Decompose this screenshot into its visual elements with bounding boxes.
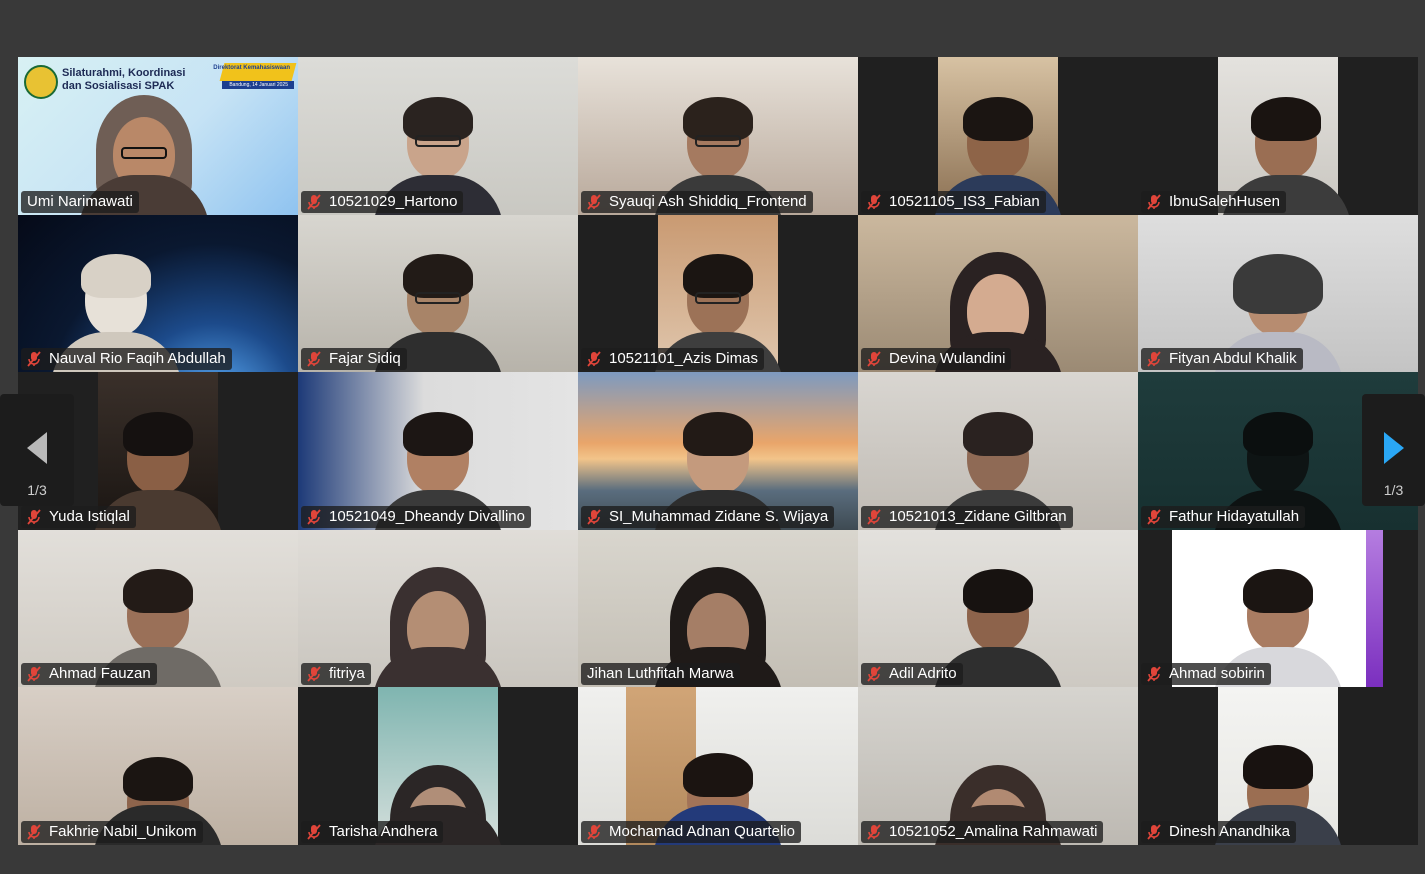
participant-tile[interactable]: Ahmad Fauzan	[18, 530, 298, 687]
participant-name-label: Fakhrie Nabil_Unikom	[21, 821, 203, 843]
participant-name-label: Jihan Luthfitah Marwa	[581, 663, 740, 685]
participant-tile-active-speaker[interactable]: Silaturahmi, Koordinasi dan Sosialisasi …	[18, 57, 298, 215]
participant-name-label: Fajar Sidiq	[301, 348, 407, 370]
participant-name-label: 10521013_Zidane Giltbran	[861, 506, 1073, 528]
previous-page-button[interactable]: 1/3	[0, 394, 74, 506]
page-indicator: 1/3	[27, 482, 47, 498]
video-gallery: Silaturahmi, Koordinasi dan Sosialisasi …	[18, 57, 1418, 845]
microphone-muted-icon	[1147, 824, 1161, 840]
participant-name-label: Dinesh Anandhika	[1141, 821, 1296, 843]
participant-name-label: Fityan Abdul Khalik	[1141, 348, 1303, 370]
participant-tile[interactable]: 10521105_IS3_Fabian	[858, 57, 1138, 215]
participant-name-label: 10521052_Amalina Rahmawati	[861, 821, 1104, 843]
participant-tile[interactable]: Tarisha Andhera	[298, 687, 578, 845]
participant-tile[interactable]: Devina Wulandini	[858, 215, 1138, 372]
university-logo-icon	[24, 65, 58, 99]
participant-name-label: Ahmad Fauzan	[21, 663, 157, 685]
microphone-muted-icon	[867, 509, 881, 525]
participant-name-label: 10521049_Dheandy Divallino	[301, 506, 531, 528]
chevron-right-icon	[1383, 432, 1404, 464]
microphone-muted-icon	[27, 509, 41, 525]
microphone-muted-icon	[867, 666, 881, 682]
microphone-muted-icon	[307, 824, 321, 840]
microphone-muted-icon	[1147, 666, 1161, 682]
participant-name-label: fitriya	[301, 663, 371, 685]
microphone-muted-icon	[587, 351, 601, 367]
participant-name-label: Nauval Rio Faqih Abdullah	[21, 348, 232, 370]
participant-name-label: Fathur Hidayatullah	[1141, 506, 1306, 528]
microphone-muted-icon	[867, 194, 881, 210]
slide-title-line1: Silaturahmi, Koordinasi	[62, 67, 186, 79]
participant-name-label: Umi Narimawati	[21, 191, 139, 213]
participant-tile[interactable]: Syauqi Ash Shiddiq_Frontend	[578, 57, 858, 215]
participant-name-label: IbnuSalehHusen	[1141, 191, 1286, 213]
participant-tile[interactable]: 10521049_Dheandy Divallino	[298, 372, 578, 530]
participant-name-label: 10521029_Hartono	[301, 191, 464, 213]
participant-name-label: 10521105_IS3_Fabian	[861, 191, 1046, 213]
microphone-muted-icon	[27, 824, 41, 840]
microphone-muted-icon	[1147, 194, 1161, 210]
participant-name-label: Devina Wulandini	[861, 348, 1012, 370]
microphone-muted-icon	[867, 351, 881, 367]
participant-tile[interactable]: IbnuSalehHusen	[1138, 57, 1418, 215]
page-indicator: 1/3	[1383, 482, 1404, 498]
participant-tile[interactable]: Jihan Luthfitah Marwa	[578, 530, 858, 687]
participant-name-label: Yuda Istiqlal	[21, 506, 136, 528]
participant-video	[373, 567, 503, 687]
participant-name-label: Tarisha Andhera	[301, 821, 444, 843]
participant-tile[interactable]: Ahmad sobirin	[1138, 530, 1418, 687]
participant-name-label: Adil Adrito	[861, 663, 963, 685]
slide-ribbon-subtitle: Bandung, 14 Januari 2025	[229, 82, 288, 88]
participant-tile[interactable]: 10521052_Amalina Rahmawati	[858, 687, 1138, 845]
participant-tile[interactable]: SI_Muhammad Zidane S. Wijaya	[578, 372, 858, 530]
participant-name-label: SI_Muhammad Zidane S. Wijaya	[581, 506, 835, 528]
participant-tile[interactable]: 10521029_Hartono	[298, 57, 578, 215]
microphone-muted-icon	[307, 509, 321, 525]
participant-tile[interactable]: 10521101_Azis Dimas	[578, 215, 858, 372]
microphone-muted-icon	[307, 666, 321, 682]
participant-name-label: Mochamad Adnan Quartelio	[581, 821, 801, 843]
chevron-left-icon	[27, 432, 47, 464]
microphone-muted-icon	[307, 194, 321, 210]
participant-tile[interactable]: Adil Adrito	[858, 530, 1138, 687]
slide-ribbon-title: Direktorat Kemahasiswaan	[213, 65, 290, 71]
next-page-button[interactable]: 1/3	[1362, 394, 1425, 506]
participant-tile[interactable]: Dinesh Anandhika	[1138, 687, 1418, 845]
microphone-muted-icon	[587, 194, 601, 210]
microphone-muted-icon	[587, 824, 601, 840]
microphone-muted-icon	[1147, 351, 1161, 367]
participant-tile[interactable]: Fajar Sidiq	[298, 215, 578, 372]
microphone-muted-icon	[307, 351, 321, 367]
participant-tile[interactable]: fitriya	[298, 530, 578, 687]
participant-name-label: Syauqi Ash Shiddiq_Frontend	[581, 191, 813, 213]
participant-name-label: 10521101_Azis Dimas	[581, 348, 764, 370]
microphone-muted-icon	[1147, 509, 1161, 525]
slide-title-line2: dan Sosialisasi SPAK	[62, 80, 175, 92]
participant-tile[interactable]: Nauval Rio Faqih Abdullah	[18, 215, 298, 372]
participant-name-label: Ahmad sobirin	[1141, 663, 1271, 685]
participant-tile[interactable]: Fityan Abdul Khalik	[1138, 215, 1418, 372]
microphone-muted-icon	[867, 824, 881, 840]
microphone-muted-icon	[27, 351, 41, 367]
microphone-muted-icon	[27, 666, 41, 682]
participant-tile[interactable]: Fakhrie Nabil_Unikom	[18, 687, 298, 845]
slide-title: Silaturahmi, Koordinasi dan Sosialisasi …	[62, 67, 212, 93]
participant-tile[interactable]: 10521013_Zidane Giltbran	[858, 372, 1138, 530]
participant-tile[interactable]: Mochamad Adnan Quartelio	[578, 687, 858, 845]
microphone-muted-icon	[587, 509, 601, 525]
